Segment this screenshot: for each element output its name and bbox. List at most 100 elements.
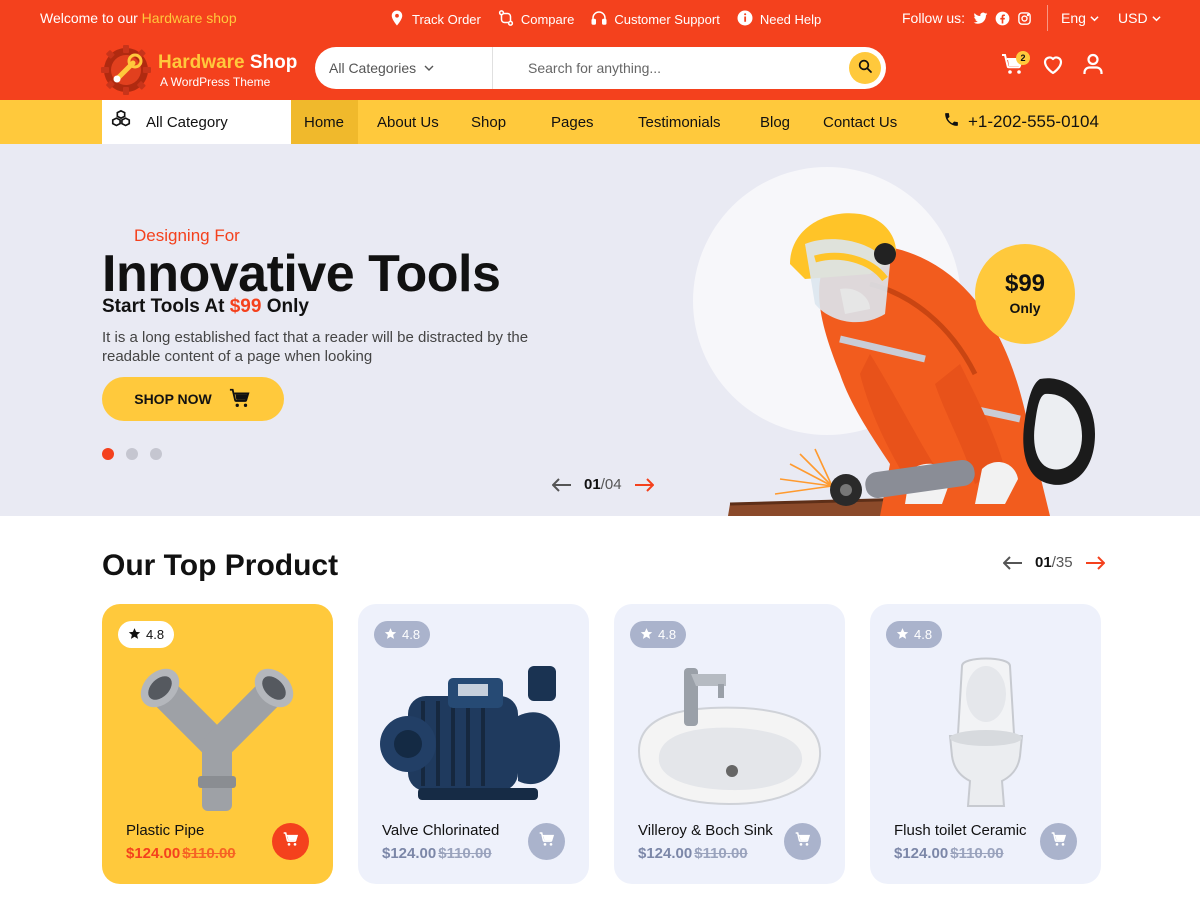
current-price: $124.00 — [638, 845, 693, 862]
nav-testimonials[interactable]: Testimonials — [619, 100, 741, 144]
slider-dot[interactable] — [150, 448, 162, 460]
currency-dropdown[interactable]: USD — [1118, 10, 1161, 26]
arrow-left-icon[interactable] — [1003, 555, 1023, 570]
logo-title-part-a: Hardware — [158, 51, 245, 73]
section-title: Our Top Product — [102, 549, 339, 582]
old-price: $110.00 — [950, 845, 1004, 862]
headset-icon — [590, 9, 608, 30]
site-logo[interactable]: Hardware Shop A WordPress Theme — [100, 44, 297, 96]
hero-title: Innovative Tools — [102, 245, 501, 303]
search-category-select[interactable]: All Categories — [315, 47, 493, 89]
arrow-left-icon[interactable] — [552, 477, 572, 492]
chevron-down-icon — [1151, 10, 1161, 26]
product-price: $124.00 $110.00 — [126, 845, 236, 862]
toilet-image — [948, 657, 1024, 807]
product-card[interactable]: 4.8 Valve Chlorinated $124.00 $110.00 — [358, 604, 589, 884]
search-input[interactable] — [493, 47, 849, 89]
add-to-cart-button[interactable] — [784, 823, 821, 860]
nav-home[interactable]: Home — [291, 100, 358, 144]
product-name[interactable]: Flush toilet Ceramic — [894, 822, 1027, 839]
nav-blog[interactable]: Blog — [741, 100, 806, 144]
chevron-down-icon — [424, 60, 434, 76]
hero-pager-current: 01 — [584, 476, 601, 493]
search-icon — [857, 58, 873, 79]
main-nav: All Category Home About Us Shop Pages Te… — [0, 100, 1200, 144]
location-pin-icon — [388, 9, 406, 30]
product-card[interactable]: 4.8 Plastic Pipe $124.00 $110.00 — [102, 604, 333, 884]
cart-icon — [795, 831, 811, 852]
arrow-right-icon[interactable] — [634, 477, 654, 492]
user-icon — [1081, 52, 1105, 81]
account-button[interactable] — [1080, 53, 1106, 79]
logo-title-part-b: Shop — [244, 51, 298, 73]
product-card[interactable]: 4.8 Villeroy & Boch Sink $124.00 $110.00 — [614, 604, 845, 884]
current-price: $124.00 — [894, 845, 949, 862]
phone-number[interactable]: +1-202-555-0104 — [943, 100, 1099, 144]
rating-badge: 4.8 — [630, 621, 687, 648]
shop-now-button[interactable]: SHOP NOW — [102, 377, 284, 421]
search-bar: All Categories — [315, 47, 886, 89]
all-category-button[interactable]: All Category — [102, 100, 291, 144]
language-value: Eng — [1061, 10, 1086, 26]
product-name[interactable]: Villeroy & Boch Sink — [638, 822, 773, 839]
track-order-label: Track Order — [412, 11, 481, 27]
products-pager-total: /35 — [1051, 554, 1073, 571]
rating-badge: 4.8 — [118, 621, 175, 648]
product-name[interactable]: Plastic Pipe — [126, 822, 204, 839]
nav-links: Home About Us Shop Pages Testimonials Bl… — [291, 100, 916, 144]
hero-subtitle-price: $99 — [229, 296, 262, 317]
hero-slider: Designing For Innovative Tools Start Too… — [0, 144, 1200, 516]
compare-icon — [497, 9, 515, 30]
nav-shop[interactable]: Shop — [452, 100, 532, 144]
phone-label: +1-202-555-0104 — [968, 112, 1099, 131]
search-category-value: All Categories — [329, 60, 417, 76]
customer-support-link[interactable]: Customer Support — [590, 8, 720, 30]
header-actions: 2 — [1000, 51, 1106, 79]
slider-dot[interactable] — [126, 448, 138, 460]
rating-value: 4.8 — [146, 627, 165, 642]
slider-dot[interactable] — [102, 448, 114, 460]
instagram-icon[interactable] — [1017, 11, 1032, 26]
product-card[interactable]: 4.8 Flush toilet Ceramic $124.00 $110.00 — [870, 604, 1101, 884]
compare-label: Compare — [520, 11, 575, 27]
rating-value: 4.8 — [658, 627, 677, 642]
social-links — [973, 11, 1032, 26]
rating-badge: 4.8 — [886, 621, 943, 648]
rating-badge: 4.8 — [374, 621, 431, 648]
shop-now-label: SHOP NOW — [134, 391, 212, 407]
nav-pages[interactable]: Pages — [532, 100, 619, 144]
products-pager-current: 01 — [1035, 554, 1052, 571]
hero-pager-total: /04 — [600, 476, 622, 493]
twitter-icon[interactable] — [973, 11, 988, 26]
rating-value: 4.8 — [402, 627, 421, 642]
chevron-down-icon — [1090, 10, 1099, 26]
add-to-cart-button[interactable] — [528, 823, 565, 860]
nav-contact-us[interactable]: Contact Us — [806, 100, 916, 144]
wishlist-button[interactable] — [1040, 53, 1066, 79]
language-dropdown[interactable]: Eng — [1061, 10, 1099, 26]
gear-wrench-logo-icon — [101, 45, 151, 95]
compare-link[interactable]: Compare — [497, 8, 574, 30]
search-button[interactable] — [849, 52, 881, 84]
add-to-cart-button[interactable] — [272, 823, 309, 860]
track-order-link[interactable]: Track Order — [388, 8, 481, 30]
facebook-icon[interactable] — [995, 11, 1010, 26]
hero-description: It is a long established fact that a rea… — [102, 329, 529, 365]
need-help-label: Need Help — [759, 11, 822, 27]
need-help-link[interactable]: Need Help — [736, 8, 821, 30]
customer-support-label: Customer Support — [614, 11, 720, 27]
cart-icon — [228, 387, 252, 412]
pipe-fitting-image — [140, 668, 294, 811]
product-name[interactable]: Valve Chlorinated — [382, 822, 499, 839]
product-price: $124.00 $110.00 — [894, 845, 1004, 862]
old-price: $110.00 — [438, 845, 492, 862]
product-price: $124.00 $110.00 — [638, 845, 748, 862]
nav-about-us[interactable]: About Us — [358, 100, 452, 144]
add-to-cart-button[interactable] — [1040, 823, 1077, 860]
welcome-text: Welcome to our Hardware shop — [40, 10, 237, 26]
arrow-right-icon[interactable] — [1085, 555, 1105, 570]
cart-button[interactable]: 2 — [1000, 51, 1030, 79]
welcome-shop-name: Hardware shop — [141, 10, 237, 26]
top-header: Welcome to our Hardware shop Track Order… — [0, 0, 1200, 100]
hero-subtitle-text: Start Tools At — [102, 296, 230, 317]
